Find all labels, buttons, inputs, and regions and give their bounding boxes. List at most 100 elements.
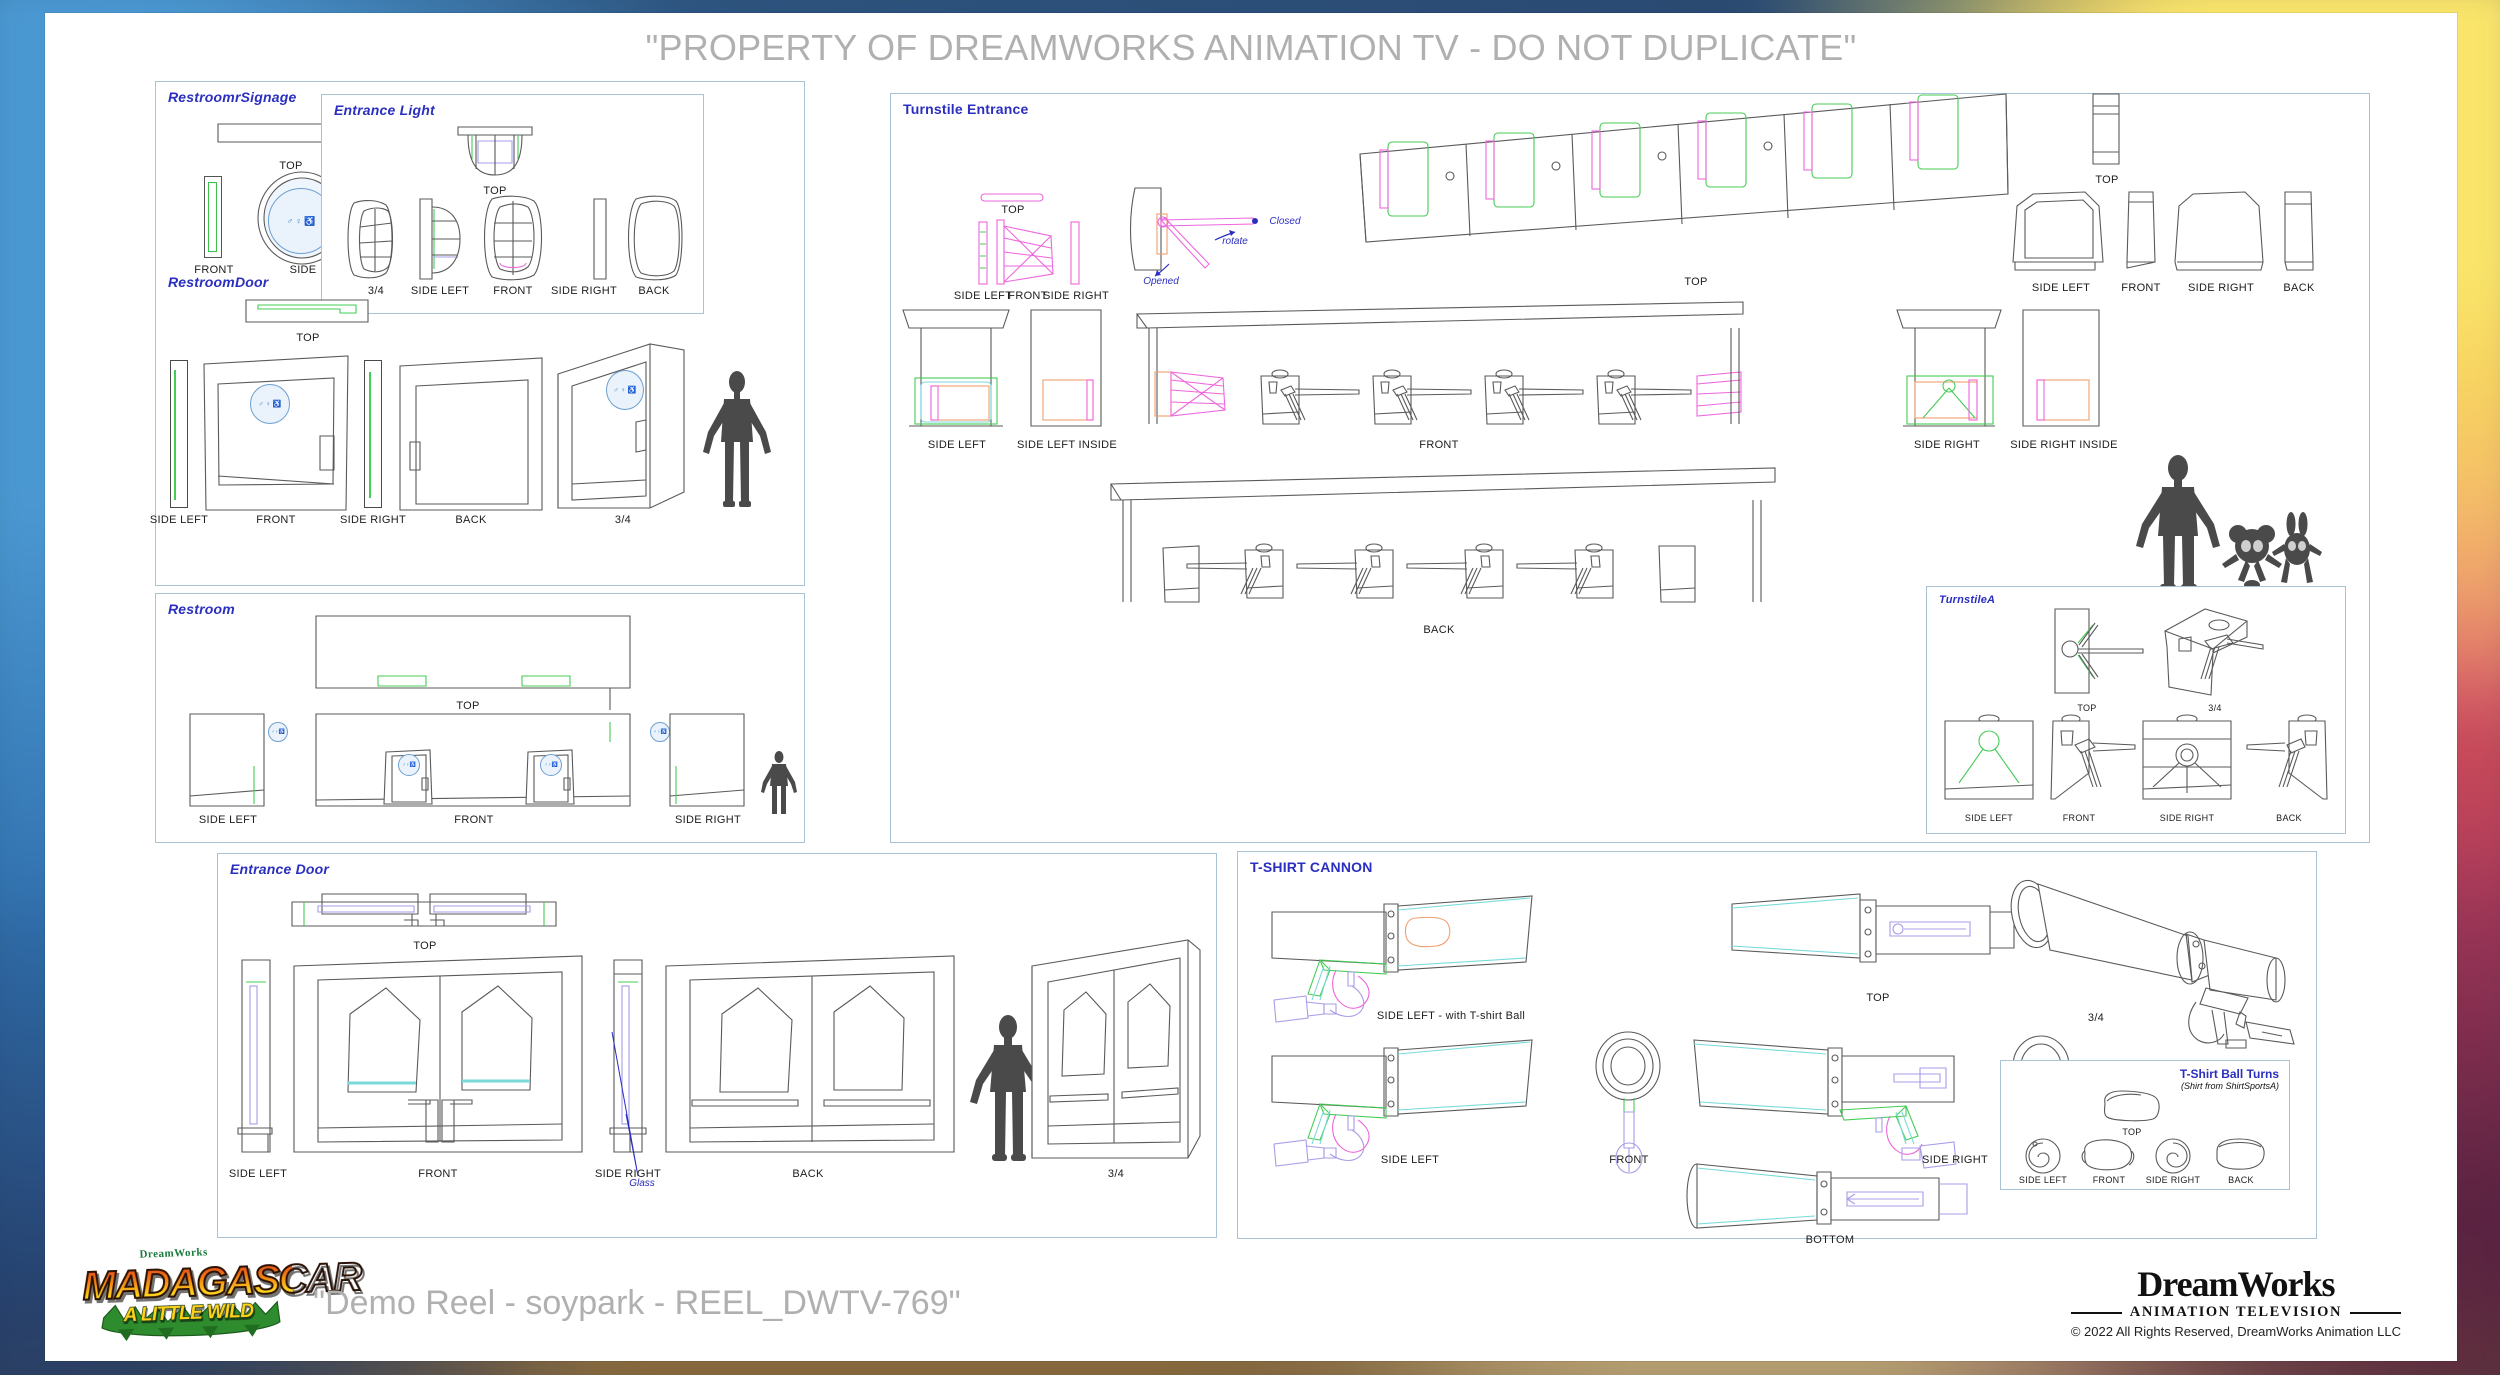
inset-subtitle-tshirt-ball: (Shirt from ShirtSportsA) [2180,1081,2279,1091]
panel-title-turnstile-entrance: Turnstile Entrance [903,101,1029,117]
slide-footer: DreamWorks MADAGASCAR A LITTLE WILD "Dem… [45,1241,2457,1361]
turnstile-back-view [1110,467,1776,603]
turnstile-note-opened: Opened [1143,276,1179,287]
view-caption: BACK [1423,624,1455,636]
entrancedoor-side-left-view [237,959,273,1153]
light-three-quarter-view [347,200,394,279]
show-logo-madagascar: DreamWorks MADAGASCAR A LITTLE WILD [81,1245,363,1348]
turnstile-a-side-left-view [1944,714,2034,800]
view-caption: SIDE RIGHT [551,285,617,297]
view-caption: SIDE LEFT [927,439,987,451]
turnstile-side-left-inside-view [1030,309,1102,427]
view-caption: SIDE LEFT INSIDE [1017,439,1117,451]
restroomdoor-three-quarter-view [557,343,685,509]
panel-title-restroom-door: RestroomDoor [168,274,269,290]
panel-title-tshirt-cannon: T-SHIRT CANNON [1250,859,1373,875]
light-front-view [483,195,543,281]
view-caption: SIDE LEFT [410,285,470,297]
view-caption: TOP [1684,276,1708,288]
restroomdoor-front-view [203,355,349,511]
restroom-sign-icon: ♂♀♿ [650,722,670,742]
ball-side-left-view [2025,1138,2061,1174]
restroom-sign-icon: ♂♀♿ [250,384,290,424]
panel-turnstile-a-inset: TurnstileA TOP 3/4 SIDE LEFT FRONT SIDE … [1926,586,2346,834]
view-caption: SIDE RIGHT [2145,1175,2201,1185]
cannon-side-left-view [1271,1039,1533,1167]
booth-side-left-view [2012,191,2104,271]
view-caption: TOP [1866,992,1890,1004]
view-caption: SIDE [289,264,317,276]
page-title: "PROPERTY OF DREAMWORKS ANIMATION TV - D… [645,27,1857,68]
ball-top-view [2103,1090,2160,1122]
view-caption: FRONT [2092,1175,2126,1185]
turnstile-side-left-view [902,309,1010,427]
turnstile-assembly-top-view [1359,93,2009,243]
signage-front-rig-guide [208,182,217,252]
restroom-top-view [315,615,631,710]
view-caption: TOP [1001,204,1025,216]
restroom-side-left-view [189,713,265,807]
copyright-notice: © 2022 All Rights Reserved, DreamWorks A… [2070,1324,2401,1339]
panel-restroom: Restroom TOP ♂ ♀ ♿ SIDE LEFT ♂ ♀ ♿ ♂ ♀ ♿… [155,593,805,843]
view-caption: 3/4 [2208,703,2222,713]
view-caption: 3/4 [614,514,632,526]
booth-front-view [2126,191,2156,269]
turnstile-note-rotate: rotate [1222,236,1248,247]
view-caption: SIDE LEFT [149,514,209,526]
restroom-sign-icon: ♂♀♿ [606,370,644,410]
light-top-view [457,126,533,176]
inset-title-tshirt-ball: T-Shirt Ball Turns [2179,1067,2279,1081]
slide-page: "PROPERTY OF DREAMWORKS ANIMATION TV - D… [45,13,2457,1361]
view-caption: SIDE RIGHT [1043,290,1109,302]
restroom-pictogram: ♂♀♿ [613,386,637,394]
view-caption: SIDE LEFT [198,814,258,826]
view-caption: BACK [792,1168,824,1180]
cannon-top-view [1731,893,2015,963]
view-caption: BACK [2228,1175,2254,1185]
light-side-left-view [419,198,461,280]
turnstile-side-right-inside-view [2022,309,2100,427]
dreamworks-word-dream: Dream [2137,1264,2238,1304]
view-caption: BACK [2283,282,2315,294]
restroomdoor-back-view [399,357,543,511]
view-caption: TOP [2095,174,2119,186]
view-caption: TOP [456,700,480,712]
view-caption: SIDE RIGHT [675,814,741,826]
restroomdoor-side-left-view [170,360,188,508]
turnstile-a-side-right-view [2142,714,2232,800]
turnstile-a-top-view [2054,608,2144,694]
view-caption: TOP [413,940,437,952]
restroomdoor-side-right-seal [369,372,371,498]
view-caption: SIDE LEFT [228,1168,288,1180]
view-caption: TOP [296,332,320,344]
panel-tshirt-cannon: T-SHIRT CANNON SIDE LEFT - with T-shirt … [1237,851,2317,1246]
booth-side-right-view [2174,191,2264,271]
restroom-pictogram: ♂♀♿ [271,728,285,735]
view-caption: 3/4 [1107,1168,1125,1180]
view-caption: FRONT [2121,282,2161,294]
booth-back-view [2284,191,2314,271]
view-caption: FRONT [1419,439,1459,451]
view-caption: SIDE RIGHT [2159,813,2215,823]
view-caption: SIDE LEFT - with T-shirt Ball [1376,1010,1526,1022]
view-caption: FRONT [2062,813,2096,823]
turnstile-a-front-view [2050,714,2136,800]
panel-turnstile-entrance: Turnstile Entrance TOP SIDE LEFT FRONT S… [890,93,2370,843]
callout-glass: Glass [629,1178,655,1189]
view-caption: 3/4 [2087,1012,2105,1024]
view-caption: FRONT [1609,1154,1649,1166]
panel-entrance-door: Entrance Door TOP SIDE LEFT FRONT SIDE R… [217,853,1217,1238]
panel-title-turnstile-a: TurnstileA [1939,594,1996,606]
restroomdoor-top-view [245,299,369,323]
reel-title: "Demo Reel - soypark - REEL_DWTV-769" [313,1284,961,1322]
panel-entrance-light: Entrance Light TOP 3/4 SIDE LEFT FRONT S… [321,94,704,314]
cannon-three-quarter-view [2010,879,2295,1049]
view-caption: BACK [638,285,670,297]
cannon-side-left-with-ball-view [1271,895,1533,1023]
restroom-pictogram: ♂♀♿ [653,728,667,735]
view-caption: SIDE LEFT [1380,1154,1440,1166]
glass-callout-leaders [611,1031,639,1177]
view-caption: FRONT [256,514,296,526]
human-silhouette [703,371,771,507]
dreamworks-tv-logo: DreamWorks ANIMATION TELEVISION © 2022 A… [2071,1266,2401,1339]
